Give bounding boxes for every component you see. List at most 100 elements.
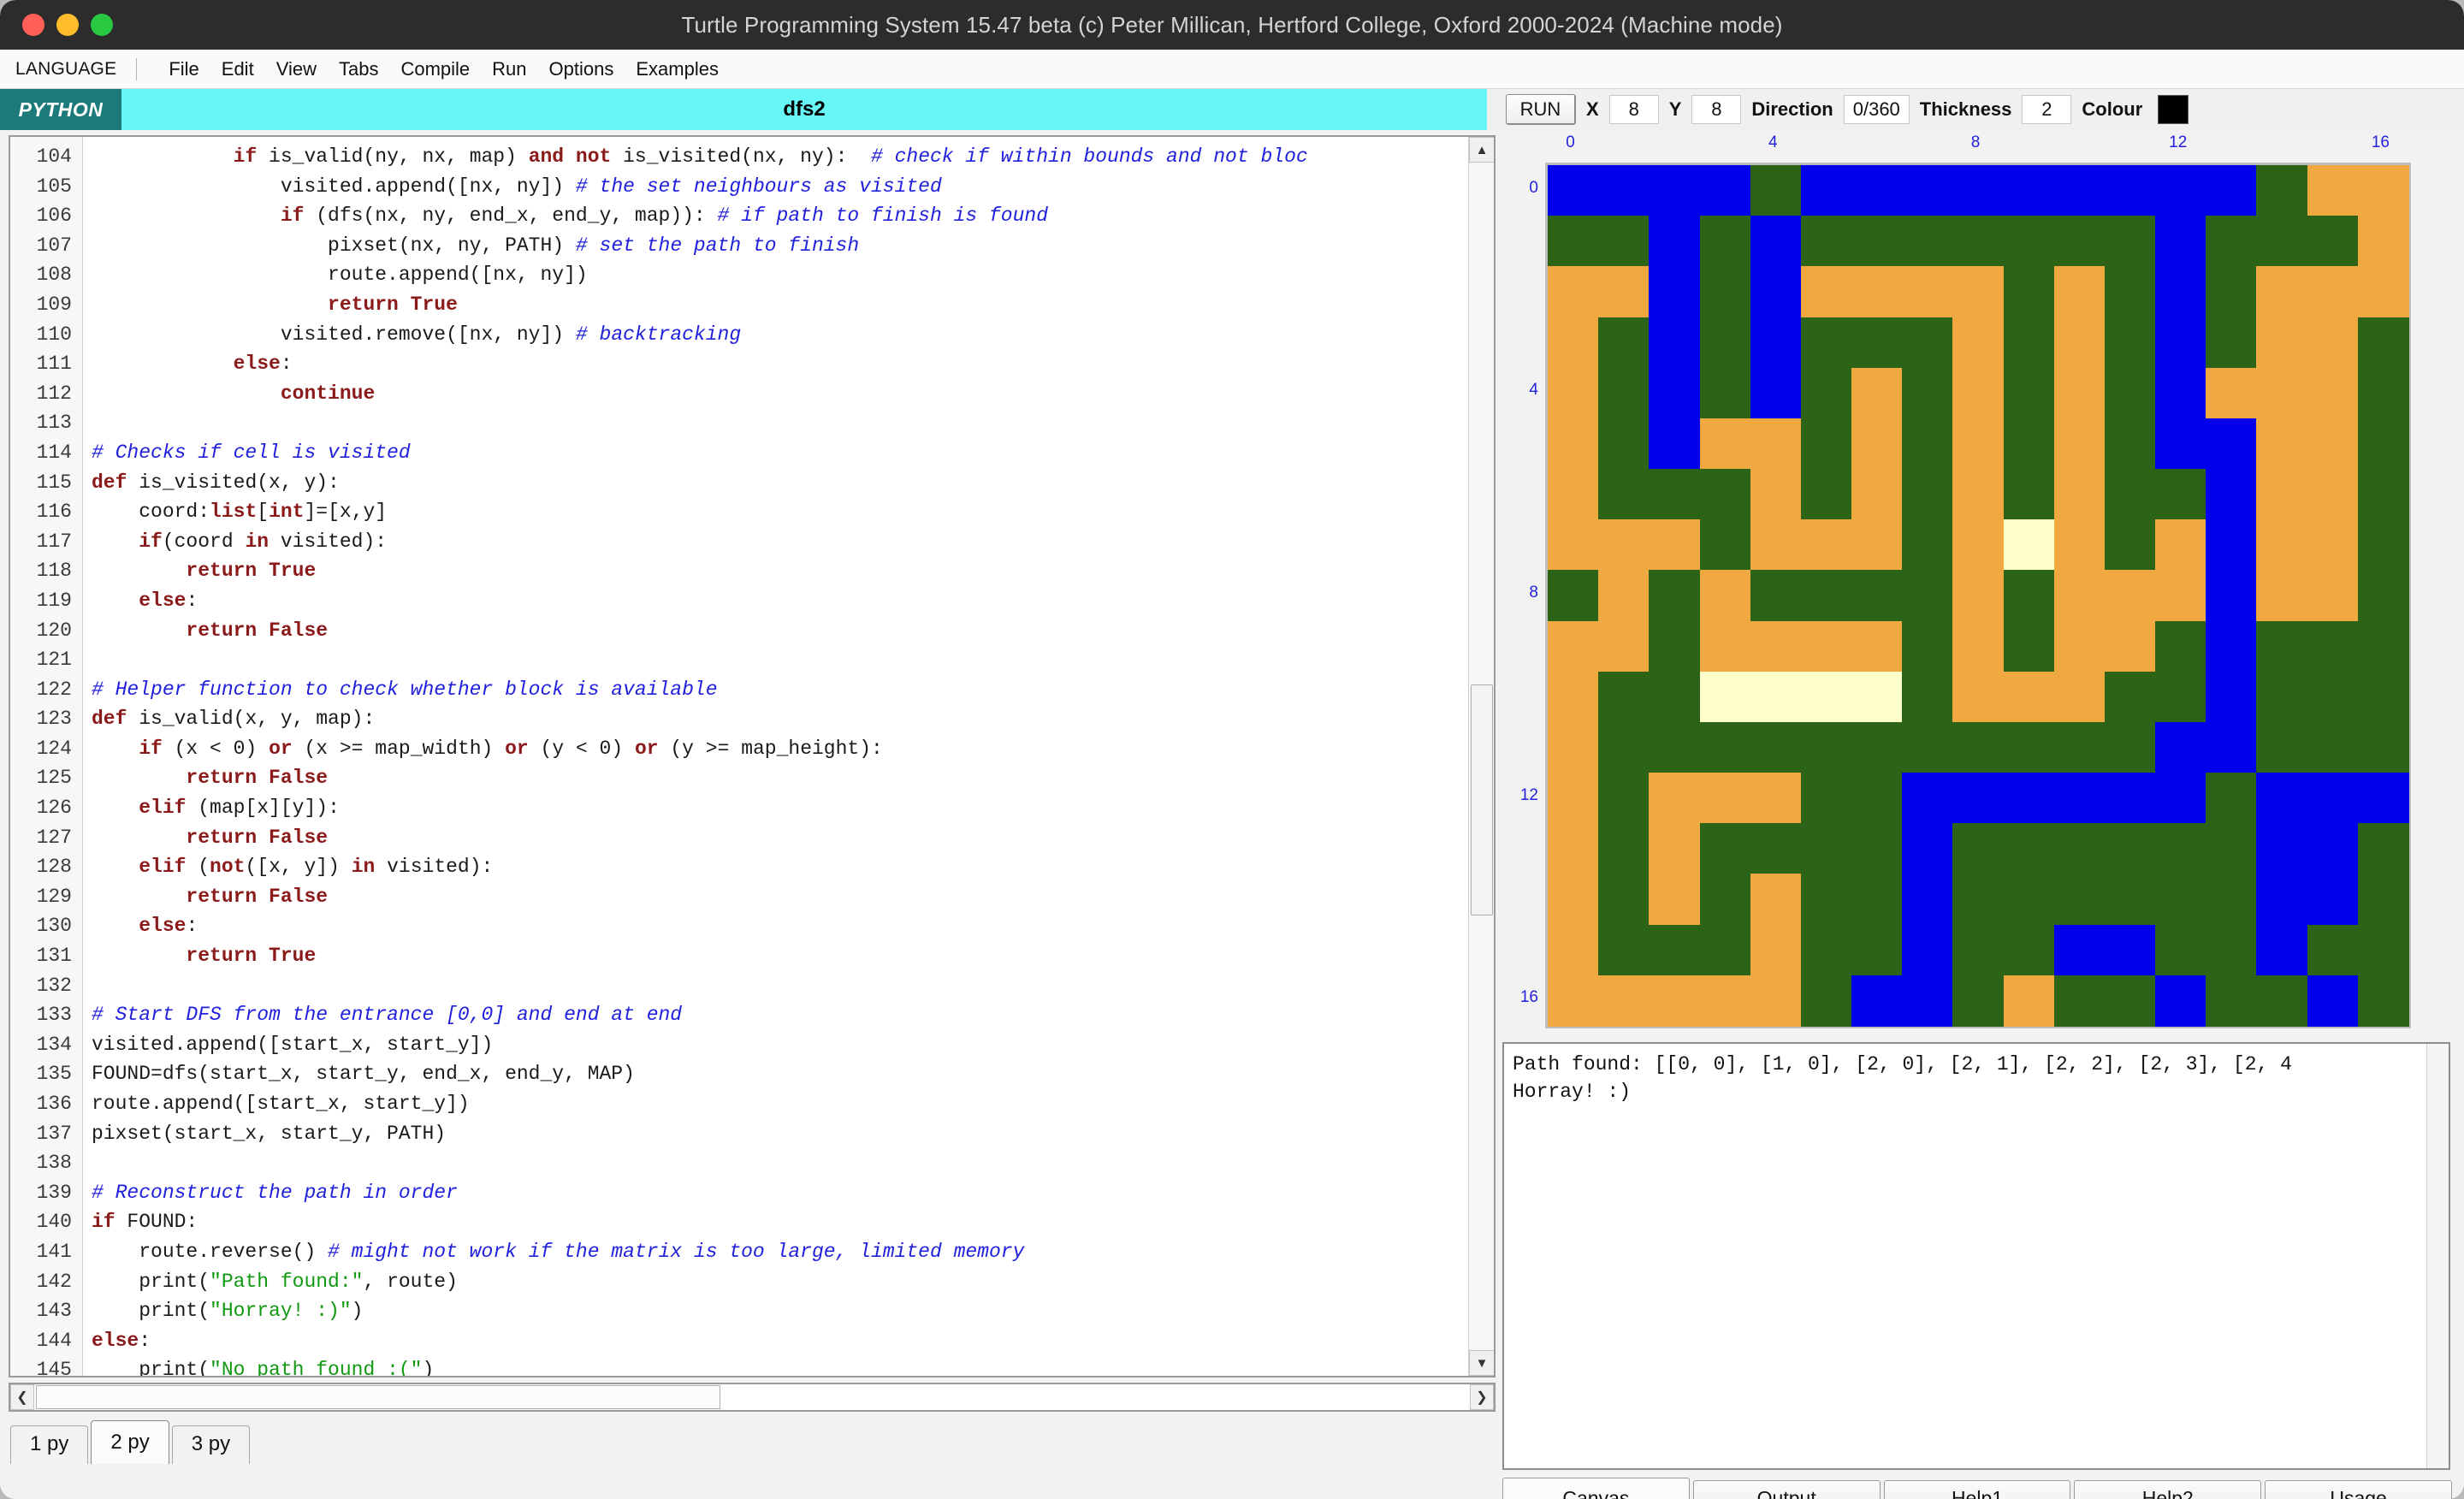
code-line[interactable]: FOUND=dfs(start_x, start_y, end_x, end_y… (92, 1059, 1494, 1089)
menu-item-examples[interactable]: Examples (625, 56, 730, 82)
scroll-right-icon[interactable]: ❯ (1470, 1384, 1494, 1410)
maze-cell (1952, 924, 2005, 976)
code-line[interactable]: elif (not([x, y]) in visited): (92, 852, 1494, 882)
code-line[interactable]: def is_visited(x, y): (92, 468, 1494, 498)
turtle-canvas[interactable] (1545, 163, 2411, 1028)
maze-cell (1548, 165, 1599, 216)
code-line[interactable]: if(coord in visited): (92, 527, 1494, 557)
minimize-window-button[interactable] (56, 14, 79, 36)
language-badge[interactable]: PYTHON (0, 89, 121, 130)
maze-cell (2256, 570, 2308, 622)
panel-tab-canvas[interactable]: Canvas (1502, 1478, 1690, 1499)
code-line[interactable]: def is_valid(x, y, map): (92, 704, 1494, 734)
code-line[interactable] (92, 645, 1494, 675)
file-tab-3[interactable]: 3 py (171, 1425, 251, 1464)
code-line[interactable]: return True (92, 941, 1494, 971)
code-line[interactable]: continue (92, 379, 1494, 409)
maze-cell (1649, 367, 1701, 419)
code-line[interactable]: coord:list[int]=[x,y] (92, 497, 1494, 527)
code-line[interactable]: route.append([nx, ny]) (92, 260, 1494, 290)
hscroll-track[interactable] (34, 1384, 1470, 1410)
editor-hscroll-thumb[interactable] (36, 1385, 720, 1409)
panel-tab-help1[interactable]: Help1 (1883, 1480, 2071, 1499)
menu-item-language[interactable]: LANGUAGE (10, 57, 127, 81)
code-line[interactable]: else: (92, 349, 1494, 379)
close-window-button[interactable] (22, 14, 44, 36)
maze-cell (2256, 216, 2308, 267)
code-line[interactable]: visited.remove([nx, ny]) # backtracking (92, 320, 1494, 350)
code-line[interactable]: # Reconstruct the path in order (92, 1178, 1494, 1208)
code-line[interactable]: else: (92, 586, 1494, 616)
code-text[interactable]: if is_valid(ny, nx, map) and not is_visi… (83, 137, 1494, 1376)
colour-swatch[interactable] (2158, 95, 2189, 124)
x-label: X (1586, 98, 1599, 120)
maze-cell (1699, 165, 1751, 216)
maze-cell (2003, 266, 2055, 318)
code-line[interactable]: # Helper function to check whether block… (92, 675, 1494, 705)
y-value-field[interactable]: 8 (1691, 95, 1742, 124)
menu-item-tabs[interactable]: Tabs (328, 56, 389, 82)
code-line[interactable]: # Start DFS from the entrance [0,0] and … (92, 1000, 1494, 1030)
code-line[interactable]: if FOUND: (92, 1207, 1494, 1237)
scroll-left-icon[interactable]: ❮ (10, 1384, 34, 1410)
file-tab-2[interactable]: 2 py (91, 1420, 169, 1464)
menu-item-options[interactable]: Options (538, 56, 625, 82)
editor-vscroll-thumb[interactable] (1471, 684, 1493, 915)
menu-item-view[interactable]: View (265, 56, 328, 82)
window-title: Turtle Programming System 15.47 beta (c)… (681, 12, 1783, 38)
editor-horizontal-scrollbar[interactable]: ❮ ❯ (9, 1383, 1496, 1412)
code-line[interactable]: if (dfs(nx, ny, end_x, end_y, map)): # i… (92, 201, 1494, 231)
panel-tab-output[interactable]: Output (1692, 1480, 1881, 1499)
menu-item-run[interactable]: Run (481, 56, 537, 82)
menu-item-edit[interactable]: Edit (210, 56, 265, 82)
code-line[interactable] (92, 1148, 1494, 1178)
code-line[interactable]: print("No path found :(") (92, 1355, 1494, 1376)
code-line[interactable]: else: (92, 1326, 1494, 1356)
menu-item-compile[interactable]: Compile (389, 56, 481, 82)
code-line[interactable]: # Checks if cell is visited (92, 438, 1494, 468)
scroll-up-icon[interactable]: ▲ (1469, 137, 1494, 163)
panel-tab-usage[interactable]: Usage (2265, 1480, 2452, 1499)
code-line[interactable]: return True (92, 556, 1494, 586)
code-line[interactable]: print("Horray! :)") (92, 1296, 1494, 1326)
maximize-window-button[interactable] (91, 14, 113, 36)
code-line[interactable]: visited.append([start_x, start_y]) (92, 1030, 1494, 1060)
output-text-area[interactable]: Path found: [[0, 0], [1, 0], [2, 0], [2,… (1502, 1042, 2450, 1470)
code-line[interactable]: else: (92, 911, 1494, 941)
code-line[interactable]: print("Path found:", route) (92, 1267, 1494, 1297)
run-button[interactable]: RUN (1506, 94, 1576, 125)
code-line[interactable]: return False (92, 616, 1494, 646)
code-line[interactable]: elif (map[x][y]): (92, 793, 1494, 823)
editor-vertical-scrollbar[interactable]: ▲ ▼ (1468, 137, 1494, 1376)
output-vertical-scrollbar[interactable] (2426, 1044, 2449, 1468)
x-value-field[interactable]: 8 (1608, 95, 1659, 124)
code-line[interactable]: return True (92, 290, 1494, 320)
thickness-value-field[interactable]: 2 (2022, 95, 2072, 124)
code-line[interactable]: visited.append([nx, ny]) # the set neigh… (92, 172, 1494, 202)
code-line[interactable] (92, 408, 1494, 438)
line-number: 140 (36, 1211, 72, 1234)
current-file-name: dfs2 (121, 89, 1487, 130)
code-line[interactable]: pixset(nx, ny, PATH) # set the path to f… (92, 231, 1494, 261)
maze-cell (1548, 216, 1599, 267)
maze-cell (2053, 469, 2106, 520)
code-line[interactable]: return False (92, 882, 1494, 912)
maze-cell (2155, 570, 2206, 622)
direction-value-field[interactable]: 0/360 (1843, 95, 1910, 124)
line-number: 116 (36, 501, 72, 524)
code-editor[interactable]: 104 105 106 107 108 109 110 111 112 113 114 115 116 1… (9, 135, 1496, 1378)
code-line[interactable]: if (x < 0) or (x >= map_width) or (y < 0… (92, 734, 1494, 764)
code-line[interactable]: if is_valid(ny, nx, map) and not is_visi… (92, 142, 1494, 172)
maze-cell (1548, 823, 1599, 875)
code-line[interactable]: route.reverse() # might not work if the … (92, 1237, 1494, 1267)
code-line[interactable]: return False (92, 763, 1494, 793)
code-line[interactable]: return False (92, 823, 1494, 853)
line-number: 114 (36, 441, 72, 464)
code-line[interactable]: pixset(start_x, start_y, PATH) (92, 1119, 1494, 1149)
panel-tab-help2[interactable]: Help2 (2074, 1480, 2262, 1499)
menu-item-file[interactable]: File (157, 56, 210, 82)
file-tab-1[interactable]: 1 py (10, 1425, 89, 1464)
code-line[interactable] (92, 971, 1494, 1001)
scroll-down-icon[interactable]: ▼ (1469, 1350, 1494, 1376)
code-line[interactable]: route.append([start_x, start_y]) (92, 1089, 1494, 1119)
